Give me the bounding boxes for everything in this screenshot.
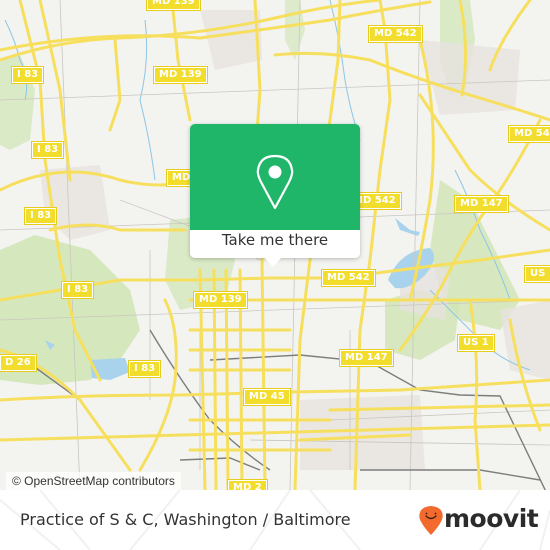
route-shield: I 83 bbox=[23, 207, 58, 225]
footer: Practice of S & C, Washington / Baltimor… bbox=[0, 490, 550, 550]
route-shield: MD 542 bbox=[508, 125, 550, 143]
place-title: Practice of S & C, Washington / Baltimor… bbox=[20, 510, 351, 529]
map-attribution[interactable]: © OpenStreetMap contributors bbox=[6, 472, 181, 490]
map-pin-icon bbox=[256, 154, 294, 210]
route-shield: D 26 bbox=[0, 354, 37, 372]
popup-pointer bbox=[264, 257, 282, 267]
route-shield: MD 147 bbox=[339, 349, 394, 367]
route-shield: MD 147 bbox=[454, 195, 509, 213]
route-shield: I 83 bbox=[60, 281, 95, 299]
moovit-pin-icon bbox=[419, 506, 443, 535]
route-shield: I 83 bbox=[30, 141, 65, 159]
route-shield: US 1 bbox=[524, 265, 550, 283]
route-shield: MD 139 bbox=[153, 66, 208, 84]
take-me-there-button[interactable]: Take me there bbox=[190, 231, 360, 249]
route-shield: MD 139 bbox=[193, 291, 248, 309]
moovit-wordmark: moovit bbox=[444, 504, 539, 533]
route-shield: US 1 bbox=[457, 334, 495, 352]
route-shield: MD 45 bbox=[243, 388, 291, 406]
route-shield: MD 139 bbox=[146, 0, 201, 11]
map[interactable]: MD 139MD 542I 83MD 139MD 542I 83MDMD 542… bbox=[0, 0, 550, 490]
route-shield: MD 542 bbox=[321, 269, 376, 287]
take-me-there-popup[interactable]: Take me there bbox=[190, 124, 360, 267]
route-shield: MD 2 bbox=[227, 479, 268, 490]
route-shield: I 83 bbox=[127, 360, 162, 378]
route-shield: I 83 bbox=[10, 66, 45, 84]
route-shield: MD 542 bbox=[368, 25, 423, 43]
